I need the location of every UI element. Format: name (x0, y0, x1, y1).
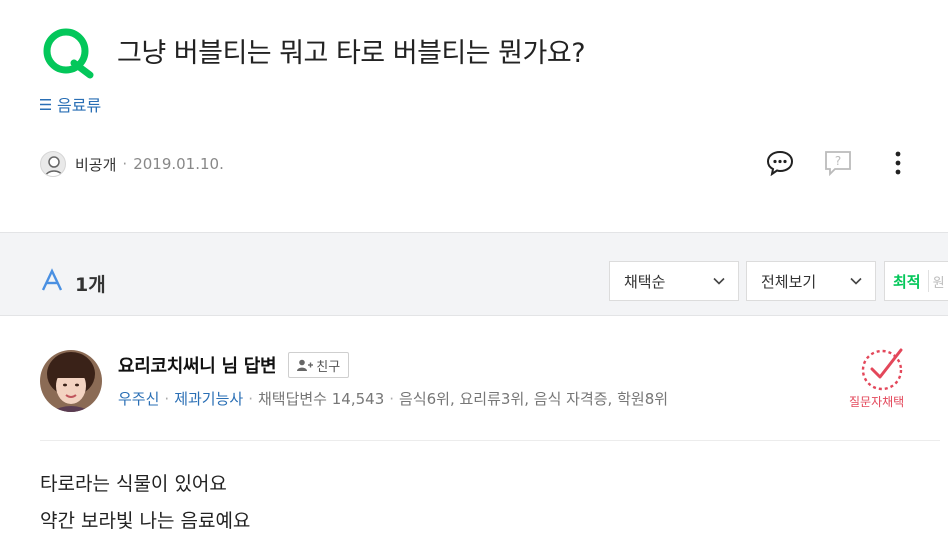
answers-header: 1개 채택순 전체보기 최적 원 (0, 232, 948, 316)
separator-dot: · (164, 389, 170, 408)
view-select-value: 전체보기 (761, 272, 817, 291)
add-friend-label: 친구 (316, 359, 341, 375)
answer-line: 타로라는 식물이 있어요 (40, 473, 227, 495)
separator-dot: · (122, 155, 128, 173)
answerer-stats: 채택답변수 14,543 (257, 390, 385, 408)
more-button[interactable] (883, 148, 913, 178)
question-date: 2019.01.10. (133, 155, 224, 173)
q-logo-icon (43, 28, 94, 79)
chevron-down-icon (713, 277, 725, 285)
answer-count: 1개 (75, 274, 106, 296)
selected-badge: 질문자채택 (849, 395, 905, 409)
add-friend-button[interactable]: 친구 (288, 352, 350, 378)
avatar (40, 151, 66, 177)
answerer-header: 요리코치써니 님 답변 친구 (118, 352, 350, 378)
report-button[interactable]: ? (823, 148, 853, 178)
add-friend-icon (297, 359, 314, 371)
answerer-rank[interactable]: 우주신 (118, 388, 159, 409)
separator-dot: · (248, 389, 253, 408)
chevron-down-icon (850, 277, 862, 285)
answer-line: 약간 보라빛 나는 음료예요 (40, 510, 251, 532)
tab-next[interactable]: 원 (929, 272, 945, 291)
answerer-cert[interactable]: 제과기능사 (174, 388, 243, 409)
category-link[interactable]: 음료류 (40, 92, 101, 116)
check-stamp-icon (861, 348, 903, 391)
sort-select[interactable]: 채택순 (609, 261, 739, 301)
tab-best[interactable]: 최적 (885, 271, 921, 292)
svg-text:?: ? (835, 154, 841, 168)
answerer-tags: 음식6위, 요리류3위, 음식 자격증, 학원8위 (399, 390, 669, 408)
question-title: 그냥 버블티는 뭐고 타로 버블티는 뭔가요? (117, 38, 586, 69)
author-name: 비공개 (75, 155, 117, 174)
report-icon: ? (825, 151, 851, 176)
menu-icon (40, 98, 51, 110)
comment-button[interactable] (765, 148, 795, 178)
a-icon (41, 268, 63, 291)
question-meta: 비공개 · 2019.01.10. (40, 150, 224, 178)
question-section: 그냥 버블티는 뭐고 타로 버블티는 뭔가요? 음료류 비공개 · 2019.0… (0, 0, 948, 232)
more-icon (895, 151, 901, 175)
answer-card: 요리코치써니 님 답변 친구 우주신 · 제과기능사 · 채택답변수 14,54… (0, 316, 948, 547)
comment-icon (766, 150, 794, 176)
answerer-avatar[interactable] (40, 350, 102, 412)
answerer-name[interactable]: 요리코치써니 님 답변 (118, 352, 277, 378)
divider (40, 440, 940, 441)
separator-dot: · (389, 389, 395, 408)
view-select[interactable]: 전체보기 (746, 261, 876, 301)
answer-body: 타로라는 식물이 있어요 약간 보라빛 나는 음료예요 (40, 466, 250, 540)
answerer-meta: 우주신 · 제과기능사 · 채택답변수 14,543 · 음식6위, 요리류3위… (118, 388, 668, 409)
category-label: 음료류 (57, 96, 102, 115)
sort-tabs: 최적 원 (884, 261, 948, 301)
sort-select-value: 채택순 (624, 272, 666, 291)
